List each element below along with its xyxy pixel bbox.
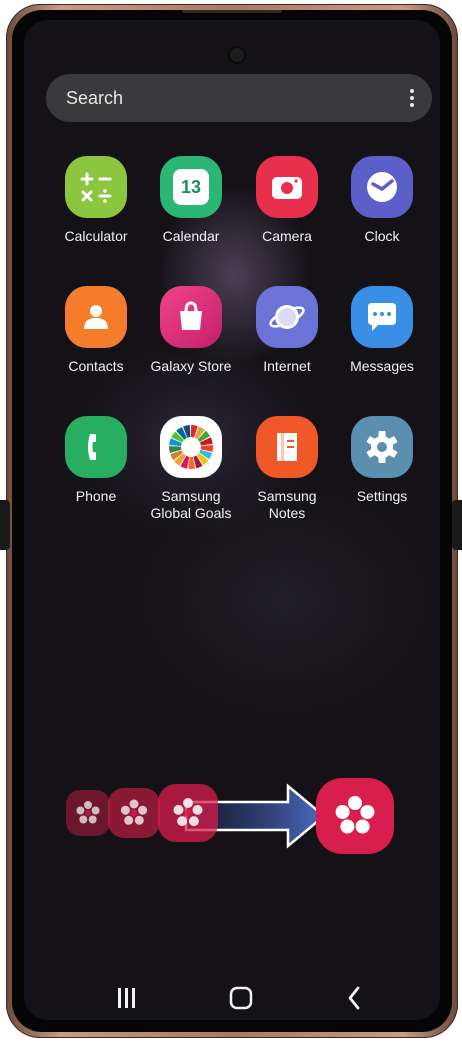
app-label: Samsung Notes <box>257 488 317 521</box>
settings-icon <box>351 416 413 478</box>
global-goals-icon <box>160 416 222 478</box>
back-icon[interactable] <box>348 986 360 1010</box>
app-label: Calculator <box>64 228 128 244</box>
camera-icon <box>256 156 318 218</box>
calculator-icon <box>65 156 127 218</box>
app-label: Clock <box>364 228 400 244</box>
app-label: Settings <box>356 488 408 504</box>
app-label: Phone <box>75 488 117 504</box>
app-contacts[interactable]: Contacts <box>48 286 144 375</box>
flower-icon-faded-1 <box>66 790 110 836</box>
search-placeholder: Search <box>66 87 124 108</box>
hinge-left <box>0 500 10 550</box>
app-label: Camera <box>262 228 312 244</box>
hinge-right <box>452 500 462 550</box>
earpiece <box>182 10 282 13</box>
swipe-illustration <box>66 778 396 858</box>
app-internet[interactable]: Internet <box>239 286 335 375</box>
calendar-day: 13 <box>180 176 202 197</box>
app-label: Galaxy Store <box>150 358 232 374</box>
internet-icon <box>256 286 318 348</box>
app-global-goals[interactable]: Samsung Global Goals <box>143 416 239 522</box>
flower-icon-faded-2 <box>108 788 160 838</box>
app-camera[interactable]: Camera <box>239 156 335 245</box>
phone-icon <box>65 416 127 478</box>
clock-icon <box>351 156 413 218</box>
app-messages[interactable]: Messages <box>334 286 430 375</box>
app-samsung-notes[interactable]: Samsung Notes <box>239 416 335 522</box>
app-label: Messages <box>350 358 414 374</box>
contacts-icon <box>65 286 127 348</box>
app-clock[interactable]: Clock <box>334 156 430 245</box>
messages-icon <box>351 286 413 348</box>
more-options-icon[interactable] <box>410 89 414 107</box>
app-label: Internet <box>263 358 311 374</box>
app-calendar[interactable]: 13 Calendar <box>143 156 239 245</box>
recent-apps-icon[interactable] <box>118 988 135 1008</box>
app-calculator[interactable]: Calculator <box>48 156 144 245</box>
calendar-icon: 13 <box>160 156 222 218</box>
front-camera <box>230 48 244 62</box>
navigation-bar <box>0 980 462 1020</box>
search-bar[interactable]: Search <box>46 74 432 122</box>
home-icon[interactable] <box>229 986 253 1010</box>
bixby-flower-icon <box>316 778 394 854</box>
app-label: Calendar <box>162 228 220 244</box>
app-galaxy-store[interactable]: Galaxy Store <box>143 286 239 375</box>
app-phone[interactable]: Phone <box>48 416 144 505</box>
notes-icon <box>256 416 318 478</box>
flower-icon-faded-3 <box>158 784 218 842</box>
app-label: Contacts <box>68 358 124 374</box>
app-label: Samsung Global Goals <box>150 488 232 521</box>
app-settings[interactable]: Settings <box>334 416 430 505</box>
galaxy-store-icon <box>160 286 222 348</box>
